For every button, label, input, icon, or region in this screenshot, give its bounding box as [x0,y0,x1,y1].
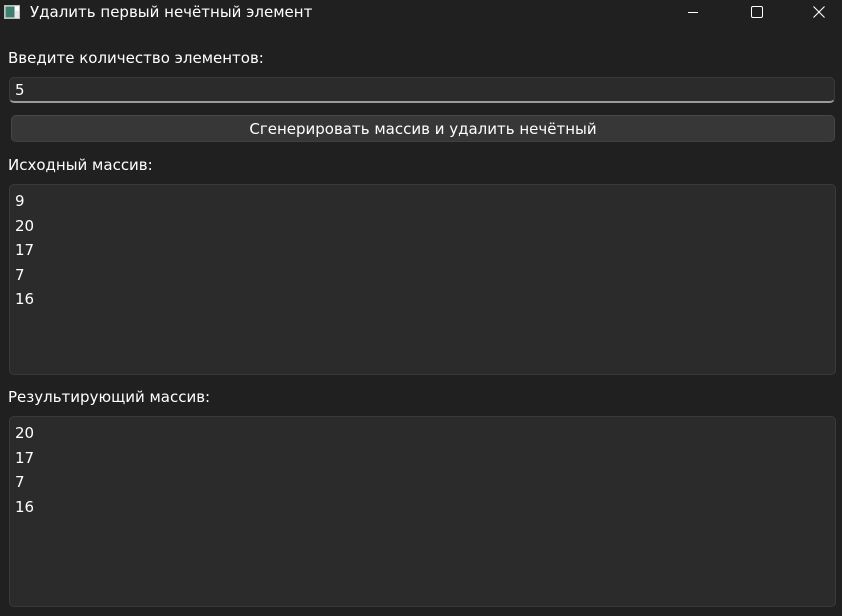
minimize-icon [688,12,698,13]
list-item[interactable]: 20 [15,214,835,239]
source-array-list[interactable]: 9 20 17 7 16 [9,184,836,375]
source-array-label: Исходный массив: [8,156,153,174]
list-item[interactable]: 16 [15,495,835,520]
maximize-icon [751,6,763,18]
app-icon [4,4,20,20]
result-array-list[interactable]: 20 17 7 16 [9,416,836,607]
title-bar[interactable]: Удалить первый нечётный элемент [0,0,842,24]
count-label: Введите количество элементов: [8,49,264,67]
window-title: Удалить первый нечётный элемент [30,3,313,21]
list-item[interactable]: 7 [15,470,835,495]
generate-button[interactable]: Сгенерировать массив и удалить нечётный [11,115,835,142]
list-item[interactable]: 17 [15,446,835,471]
close-button[interactable] [796,0,842,24]
maximize-button[interactable] [734,0,780,24]
list-item[interactable]: 16 [15,287,835,312]
result-array-label: Результирующий массив: [8,388,211,406]
list-item[interactable]: 7 [15,263,835,288]
list-item[interactable]: 20 [15,421,835,446]
list-item[interactable]: 9 [15,189,835,214]
list-item[interactable]: 17 [15,238,835,263]
minimize-button[interactable] [670,0,716,24]
close-icon [813,6,825,18]
app-window: Удалить первый нечётный элемент Введите … [0,0,842,616]
count-input[interactable] [9,77,835,103]
